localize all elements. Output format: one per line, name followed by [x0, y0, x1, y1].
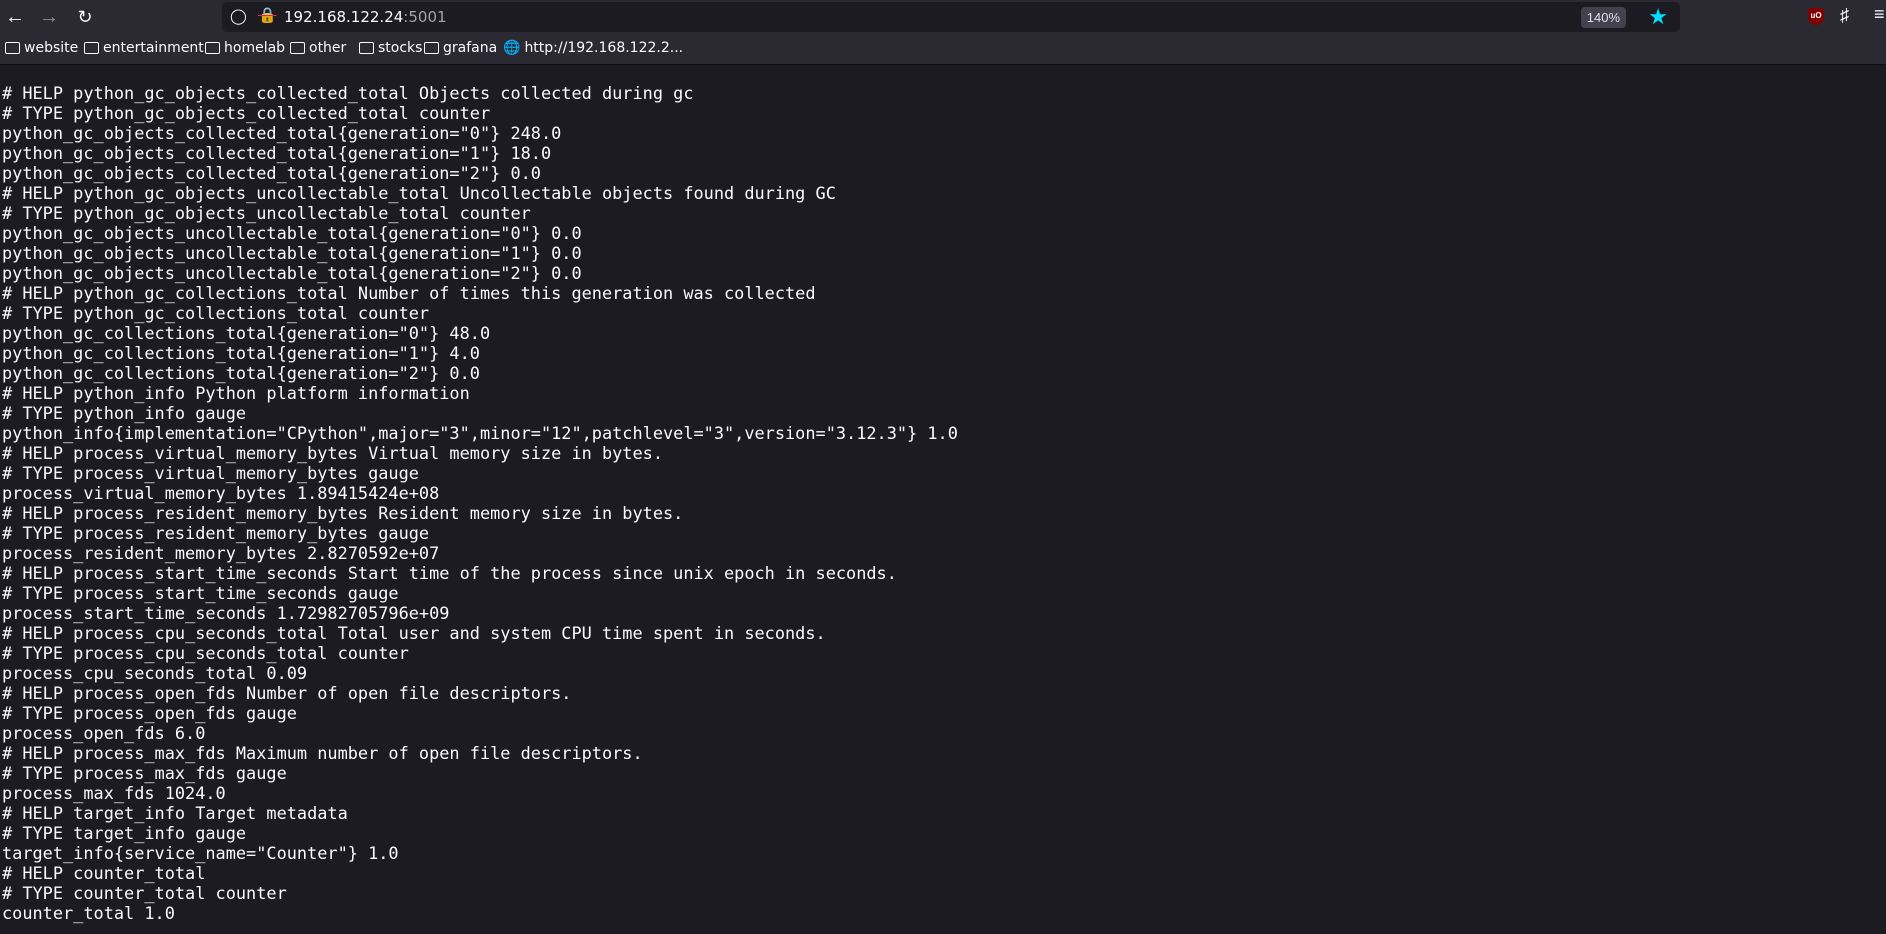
bookmark-label: http://192.168.122.2... [524, 40, 684, 56]
bookmark-website[interactable]: website [5, 40, 78, 56]
metrics-line: python_gc_objects_uncollectable_total{ge… [2, 263, 582, 283]
metrics-line: # HELP process_max_fds Maximum number of… [2, 743, 643, 763]
metrics-line: # TYPE counter_total counter [2, 883, 287, 903]
metrics-line: # HELP python_gc_objects_uncollectable_t… [2, 183, 836, 203]
bookmark-label: entertainment [103, 40, 204, 56]
reload-button[interactable]: ↻ [72, 4, 98, 30]
menu-icon[interactable]: ≡ [1874, 4, 1885, 25]
metrics-line: python_gc_objects_uncollectable_total{ge… [2, 243, 582, 263]
navigation-toolbar: ← → ↻ ◯ 🔒 192.168.122.24:5001 140% ★ uO … [0, 0, 1886, 34]
metrics-line: # HELP process_virtual_memory_bytes Virt… [2, 443, 663, 463]
folder-icon [359, 42, 374, 54]
bookmark-label: website [24, 40, 79, 56]
bookmark-label: stocks [378, 40, 423, 56]
ublock-origin-icon[interactable]: uO [1808, 8, 1824, 25]
folder-icon [84, 42, 99, 54]
metrics-line: # HELP process_cpu_seconds_total Total u… [2, 623, 826, 643]
metrics-line: target_info{service_name="Counter"} 1.0 [2, 843, 399, 863]
back-button[interactable]: ← [2, 4, 28, 30]
metrics-line: process_virtual_memory_bytes 1.89415424e… [2, 483, 440, 503]
metrics-line: # TYPE process_virtual_memory_bytes gaug… [2, 463, 419, 483]
bookmark-url[interactable]: 🌐 http://192.168.122.2... [503, 40, 683, 56]
metrics-line: # TYPE python_gc_collections_total count… [2, 303, 430, 323]
metrics-line: python_gc_collections_total{generation="… [2, 323, 491, 343]
metrics-line: # TYPE process_max_fds gauge [2, 763, 287, 783]
metrics-line: # HELP process_resident_memory_bytes Res… [2, 503, 684, 523]
metrics-line: counter_total 1.0 [2, 903, 175, 923]
metrics-line: process_resident_memory_bytes 2.8270592e… [2, 543, 440, 563]
zoom-level-badge[interactable]: 140% [1580, 7, 1626, 28]
bookmark-label: grafana [443, 40, 498, 56]
metrics-line: python_gc_collections_total{generation="… [2, 343, 480, 363]
metrics-line: process_open_fds 6.0 [2, 723, 206, 743]
url-text[interactable]: 192.168.122.24:5001 [284, 8, 447, 26]
metrics-line: # TYPE python_info gauge [2, 403, 247, 423]
metrics-line: python_gc_objects_uncollectable_total{ge… [2, 223, 582, 243]
metrics-line: process_cpu_seconds_total 0.09 [2, 663, 308, 683]
metrics-line: # TYPE process_start_time_seconds gauge [2, 583, 399, 603]
bookmark-entertainment[interactable]: entertainment [84, 40, 204, 56]
forward-button[interactable]: → [36, 4, 62, 30]
folder-icon [424, 42, 439, 54]
address-bar[interactable]: ◯ 🔒 192.168.122.24:5001 140% ★ [222, 2, 1680, 32]
metrics-line: # HELP target_info Target metadata [2, 803, 348, 823]
metrics-line: # TYPE python_gc_objects_collected_total… [2, 103, 491, 123]
folder-icon [290, 42, 305, 54]
metrics-line: # TYPE target_info gauge [2, 823, 247, 843]
shield-icon[interactable]: ◯ [230, 7, 247, 25]
folder-icon [205, 42, 220, 54]
metrics-line: python_gc_objects_collected_total{genera… [2, 143, 552, 163]
bookmark-label: other [309, 40, 347, 56]
metrics-line: # TYPE process_resident_memory_bytes gau… [2, 523, 430, 543]
metrics-line: # HELP process_start_time_seconds Start … [2, 563, 897, 583]
metrics-line: process_max_fds 1024.0 [2, 783, 226, 803]
metrics-text: # HELP python_gc_objects_collected_total… [2, 83, 958, 923]
metrics-line: # HELP python_gc_objects_collected_total… [2, 83, 694, 103]
metrics-line: python_info{implementation="CPython",maj… [2, 423, 958, 443]
extensions-puzzle-icon[interactable]: ♯ [1840, 5, 1849, 26]
folder-icon [5, 42, 20, 54]
insecure-lock-icon[interactable]: 🔒 [258, 6, 277, 24]
metrics-line: # TYPE process_cpu_seconds_total counter [2, 643, 409, 663]
metrics-line: # HELP process_open_fds Number of open f… [2, 683, 572, 703]
metrics-line: # HELP python_info Python platform infor… [2, 383, 470, 403]
url-port: :5001 [403, 8, 447, 26]
metrics-line: python_gc_collections_total{generation="… [2, 363, 480, 383]
metrics-line: python_gc_objects_collected_total{genera… [2, 163, 541, 183]
bookmark-homelab[interactable]: homelab [205, 40, 285, 56]
metrics-line: process_start_time_seconds 1.72982705796… [2, 603, 450, 623]
metrics-line: # TYPE process_open_fds gauge [2, 703, 297, 723]
bookmark-star-icon[interactable]: ★ [1648, 4, 1668, 30]
metrics-line: # HELP counter_total [2, 863, 206, 883]
bookmark-label: homelab [224, 40, 286, 56]
bookmark-other[interactable]: other [290, 40, 346, 56]
metrics-line: # HELP python_gc_collections_total Numbe… [2, 283, 816, 303]
metrics-line: # TYPE python_gc_objects_uncollectable_t… [2, 203, 531, 223]
globe-icon: 🌐 [503, 40, 521, 56]
bookmark-stocks[interactable]: stocks [359, 40, 422, 56]
url-host: 192.168.122.24 [284, 8, 404, 26]
metrics-line: python_gc_objects_collected_total{genera… [2, 123, 562, 143]
bookmark-grafana[interactable]: grafana [424, 40, 497, 56]
